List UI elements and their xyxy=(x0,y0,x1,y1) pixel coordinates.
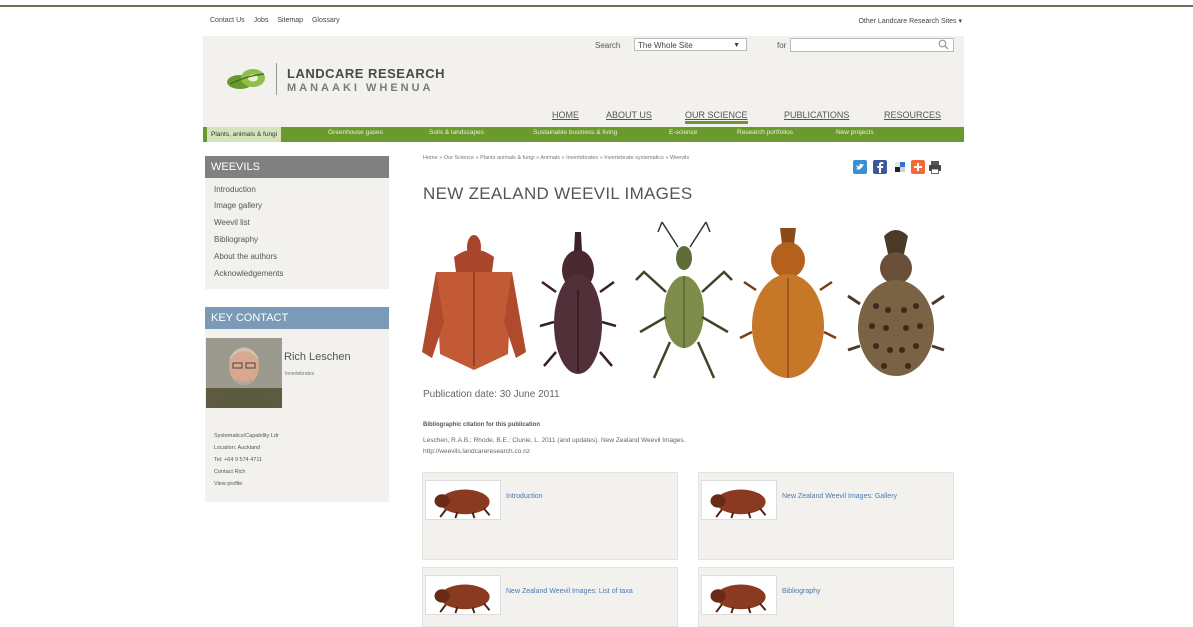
tab-new-projects[interactable]: New projects xyxy=(836,129,874,136)
weevil-2 xyxy=(539,232,617,374)
weevils-panel-title: WEEVILS xyxy=(205,156,389,178)
tab-greenhouse-gases[interactable]: Greenhouse gases xyxy=(328,129,383,136)
contact-role: Invertebrates xyxy=(285,371,315,377)
sidebar-item-bibliography[interactable]: Bibliography xyxy=(214,235,258,244)
publication-date: Publication date: 30 June 2011 xyxy=(423,389,560,400)
contact-capability: Systematics/Capability Ldr xyxy=(214,433,279,439)
chevron-down-icon: ▼ xyxy=(733,42,740,49)
sidebar-item-introduction[interactable]: Introduction xyxy=(214,185,256,194)
card-thumbnail xyxy=(425,480,501,520)
citation-text: Leschen, R.A.B.; Rhode, B.E.; Clunie, L.… xyxy=(423,437,686,444)
card-link-label[interactable]: Introduction xyxy=(506,491,666,502)
sidebar-item-acknowledgements[interactable]: Acknowledgements xyxy=(214,269,283,278)
contact-rich-link[interactable]: Contact Rich xyxy=(214,469,246,475)
sidebar-item-weevil-list[interactable]: Weevil list xyxy=(214,218,250,227)
weevil-3 xyxy=(635,221,733,379)
search-input[interactable] xyxy=(790,38,954,52)
tab-plants-animals-fungi[interactable]: Plants, animals & fungi xyxy=(207,127,282,142)
breadcrumb: Home » Our Science » Plants animals & fu… xyxy=(423,155,690,161)
top-border xyxy=(0,5,1193,7)
nav-publications[interactable]: PUBLICATIONS xyxy=(784,110,849,120)
addthis-icon[interactable] xyxy=(911,160,925,174)
contact-location: Location: Auckland xyxy=(214,445,261,451)
card-link-label[interactable]: Bibliography xyxy=(782,586,942,597)
nav-home[interactable]: HOME xyxy=(552,110,579,120)
tab-sustainable-business[interactable]: Sustainable business & living xyxy=(533,129,617,136)
citation-url[interactable]: http://weevils.landcareresearch.co.nz xyxy=(423,446,923,457)
search-scope-select[interactable]: The Whole Site ▼ xyxy=(634,38,747,51)
weevil-4 xyxy=(739,228,837,378)
tab-e-science[interactable]: E-science xyxy=(669,129,698,136)
utility-links: Contact Us Jobs Sitemap Glossary xyxy=(210,17,347,24)
sub-nav-bar: Plants, animals & fungi Greenhouse gases… xyxy=(203,127,964,142)
search-icon[interactable] xyxy=(938,39,949,53)
contact-photo xyxy=(206,338,282,408)
logo-subtitle: MANAAKI WHENUA xyxy=(287,82,434,94)
card-link-label[interactable]: New Zealand Weevil Images: List of taxa xyxy=(506,586,666,597)
sidebar-item-image-gallery[interactable]: Image gallery xyxy=(214,201,262,210)
logo-divider xyxy=(276,63,277,95)
utility-link-sitemap[interactable]: Sitemap xyxy=(277,17,303,24)
citation-block: Leschen, R.A.B.; Rhode, B.E.; Clunie, L.… xyxy=(423,435,923,457)
header: LANDCARE RESEARCH MANAAKI WHENUA Search … xyxy=(203,36,964,127)
page-title: NEW ZEALAND WEEVIL IMAGES xyxy=(423,184,693,203)
tab-research-portfolios[interactable]: Research portfolios xyxy=(737,129,793,136)
weevil-1 xyxy=(422,235,526,370)
card-link-label[interactable]: New Zealand Weevil Images: Gallery xyxy=(782,491,942,502)
view-profile-link[interactable]: View profile xyxy=(214,481,242,487)
delicious-icon[interactable] xyxy=(893,160,907,174)
nav-our-science[interactable]: OUR SCIENCE xyxy=(685,110,748,124)
search-label: Search xyxy=(595,41,621,50)
logo-title[interactable]: LANDCARE RESEARCH xyxy=(287,66,445,81)
card-thumbnail xyxy=(701,575,777,615)
nav-resources[interactable]: RESOURCES xyxy=(884,110,941,120)
other-sites-dropdown[interactable]: Other Landcare Research Sites ▾ xyxy=(858,17,962,25)
logo-icon xyxy=(227,69,265,89)
weevil-banner-image xyxy=(416,216,964,388)
card-thumbnail xyxy=(425,575,501,615)
card-gallery[interactable]: New Zealand Weevil Images: Gallery xyxy=(698,472,954,560)
search-for-label: for xyxy=(777,41,787,50)
search-scope-value: The Whole Site xyxy=(638,41,693,50)
facebook-icon[interactable] xyxy=(873,160,887,174)
card-bibliography[interactable]: Bibliography xyxy=(698,567,954,627)
card-thumbnail xyxy=(701,480,777,520)
tab-soils-landscapes[interactable]: Soils & landscapes xyxy=(429,129,484,136)
nav-about-us[interactable]: ABOUT US xyxy=(606,110,652,120)
contact-tel: Tel: +64 9 574 4711 xyxy=(214,457,263,463)
page: Contact Us Jobs Sitemap Glossary Other L… xyxy=(203,8,964,627)
utility-link-contact[interactable]: Contact Us xyxy=(210,17,245,24)
utility-link-jobs[interactable]: Jobs xyxy=(254,17,269,24)
card-introduction[interactable]: Introduction xyxy=(422,472,678,560)
key-contact-title: KEY CONTACT xyxy=(205,307,389,329)
sidebar-item-about-authors[interactable]: About the authors xyxy=(214,252,277,261)
print-icon[interactable] xyxy=(928,160,942,174)
utility-link-glossary[interactable]: Glossary xyxy=(312,17,340,24)
twitter-icon[interactable] xyxy=(853,160,867,174)
card-list-of-taxa[interactable]: New Zealand Weevil Images: List of taxa xyxy=(422,567,678,627)
weevil-5 xyxy=(847,230,945,376)
citation-heading: Bibliographic citation for this publicat… xyxy=(423,422,540,428)
contact-name: Rich Leschen xyxy=(284,351,351,363)
